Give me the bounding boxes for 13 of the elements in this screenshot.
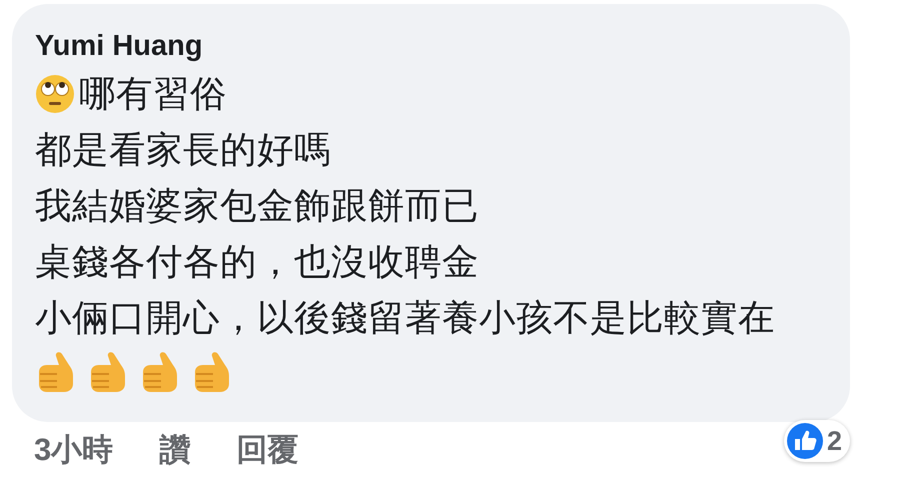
like-icon [786,423,823,459]
comment-text: 哪有習俗 [79,73,227,114]
eye-roll-emoji-icon [35,74,75,114]
author-name[interactable]: Yumi Huang [35,26,826,66]
comment-text: 桌錢各付各的，也沒收聘金 [35,241,479,282]
reaction-count: 2 [826,425,842,458]
timestamp: 3小時 [34,431,114,469]
like-link[interactable]: 讚 [159,430,190,470]
comment-text: 我結婚婆家包金飾跟餅而已 [35,185,479,226]
reaction-badge[interactable]: 2 [784,420,850,462]
comment-text: 小倆口開心，以後錢留著養小孩不是比較實在 [35,297,775,338]
comment-text: 都是看家長的好嗎 [35,129,331,170]
reply-link[interactable]: 回覆 [236,430,298,470]
